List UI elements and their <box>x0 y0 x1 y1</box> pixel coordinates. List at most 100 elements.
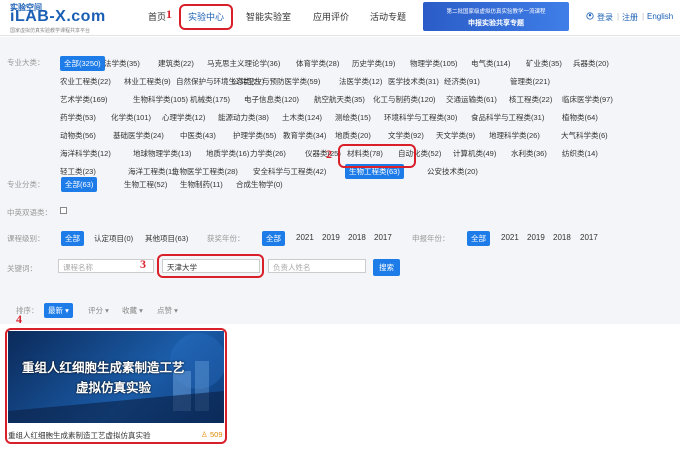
major-item[interactable]: 文学类(92) <box>388 130 424 141</box>
major-item[interactable]: 地质类(20) <box>335 130 371 141</box>
apply-year-all[interactable]: 全部 <box>467 231 490 246</box>
major-item[interactable]: 兵器类(20) <box>573 58 609 69</box>
major-item[interactable]: 机械类(175) <box>190 94 230 105</box>
sub-category-item[interactable]: 合成生物学(0) <box>236 179 283 190</box>
apply-year-option[interactable]: 2019 <box>527 233 545 242</box>
major-item[interactable]: 环境科学与工程类(30) <box>384 112 457 123</box>
major-item[interactable]: 体育学类(28) <box>296 58 339 69</box>
major-item[interactable]: 仪器类(25) <box>305 148 341 159</box>
major-item[interactable]: 核工程类(22) <box>509 94 552 105</box>
major-item[interactable]: 中医类(43) <box>180 130 216 141</box>
major-item[interactable]: 化工与制药类(120) <box>373 94 436 105</box>
nav-smart-lab[interactable]: 智能实验室 <box>246 10 291 23</box>
major-item[interactable]: 马克思主义理论学(36) <box>207 58 280 69</box>
major-item[interactable]: 海洋工程类(11) <box>128 166 178 177</box>
major-item[interactable]: 计算机类(49) <box>453 148 496 159</box>
major-item[interactable]: 地质学类(16) <box>206 148 249 159</box>
apply-year-option[interactable]: 2021 <box>501 233 519 242</box>
major-item[interactable]: 法医学类(12) <box>339 76 382 87</box>
sort-likes[interactable]: 点赞 ▾ <box>157 305 178 316</box>
apply-year-option[interactable]: 2018 <box>553 233 571 242</box>
login-link[interactable]: 登录 <box>597 12 613 23</box>
major-item[interactable]: 地理科学类(26) <box>489 130 540 141</box>
major-item[interactable]: 化学类(101) <box>111 112 151 123</box>
nav-app-evaluation[interactable]: 应用评价 <box>313 10 349 23</box>
major-item[interactable]: 建筑类(22) <box>158 58 194 69</box>
major-item[interactable]: 经济类(91) <box>444 76 480 87</box>
award-year-option[interactable]: 2017 <box>374 233 392 242</box>
level-option[interactable]: 其他项目(63) <box>145 233 188 244</box>
nav-home[interactable]: 首页 <box>148 10 166 23</box>
promo-line1: 第二批国家级虚拟仿真实验教学一流课程 <box>446 9 546 15</box>
major-item[interactable]: 生物科学类(105) <box>133 94 188 105</box>
header-divider: | <box>642 12 645 21</box>
major-item[interactable]: 交通运输类(61) <box>446 94 497 105</box>
major-item[interactable]: 农业工程类(22) <box>60 76 111 87</box>
major-item[interactable]: 能源动力类(38) <box>218 112 269 123</box>
major-item[interactable]: 食品科学与工程类(31) <box>471 112 544 123</box>
major-item[interactable]: 测绘类(15) <box>335 112 371 123</box>
major-item[interactable]: 历史学类(19) <box>352 58 395 69</box>
major-item[interactable]: 动物类(56) <box>60 130 96 141</box>
award-year-all[interactable]: 全部 <box>262 231 285 246</box>
major-item[interactable]: 力学类(26) <box>250 148 286 159</box>
bilingual-checkbox[interactable] <box>60 207 67 214</box>
annotation-box-3 <box>157 254 264 278</box>
person-name-input[interactable]: 负责人姓名 <box>268 259 366 273</box>
nav-activity-topics[interactable]: 活动专题 <box>370 10 406 23</box>
major-all[interactable]: 全部(3250) <box>60 56 105 71</box>
award-year-option[interactable]: 2021 <box>296 233 314 242</box>
major-item[interactable]: 安全科学与工程类(42) <box>253 166 326 177</box>
sort-bar: 排序： 最新 ▾ 评分 ▾ 收藏 ▾ 点赞 ▾ <box>0 297 680 323</box>
major-item[interactable]: 管理类(221) <box>510 76 550 87</box>
major-item[interactable]: 物理学类(105) <box>410 58 458 69</box>
search-button[interactable]: 搜索 <box>373 259 400 276</box>
sub-category-item[interactable]: 生物工程(52) <box>124 179 167 190</box>
level-all[interactable]: 全部 <box>61 231 84 246</box>
award-year-option[interactable]: 2019 <box>322 233 340 242</box>
major-item[interactable]: 天文学类(9) <box>436 130 475 141</box>
major-item[interactable]: 基础医学类(24) <box>113 130 164 141</box>
award-year-option[interactable]: 2018 <box>348 233 366 242</box>
annotation-number-3: 3 <box>140 257 146 271</box>
language-link[interactable]: English <box>647 12 673 21</box>
major-item[interactable]: 临床医学类(97) <box>562 94 613 105</box>
annotation-box-1 <box>179 4 233 30</box>
promo-banner[interactable]: 第二批国家级虚拟仿真实验教学一流课程 申报实验共享专题 <box>423 2 569 31</box>
major-item[interactable]: 林业工程类(9) <box>124 76 171 87</box>
sort-latest[interactable]: 最新 ▾ <box>44 303 73 318</box>
major-item[interactable]: 土木类(124) <box>282 112 322 123</box>
major-item[interactable]: 生物医学工程类(28) <box>172 166 238 177</box>
major-item[interactable]: 航空航天类(35) <box>314 94 365 105</box>
major-item[interactable]: 公安技术类(20) <box>427 166 478 177</box>
major-item[interactable]: 大气科学类(6) <box>561 130 608 141</box>
major-item[interactable]: 教育学类(34) <box>283 130 326 141</box>
major-item[interactable]: 心理学类(12) <box>162 112 205 123</box>
site-logo[interactable]: 实验空间 iLAB-X.com 国家虚拟仿真实验教学课程共享平台 <box>10 2 135 34</box>
sub-category-all[interactable]: 全部(63) <box>61 177 98 192</box>
sort-favorites[interactable]: 收藏 ▾ <box>122 305 143 316</box>
major-item[interactable]: 地球物理学类(13) <box>133 148 191 159</box>
sub-category-item[interactable]: 生物制药(11) <box>180 179 223 190</box>
major-item[interactable]: 护理学类(55) <box>233 130 276 141</box>
major-item[interactable]: 公共卫生与预防医学类(59) <box>232 76 320 87</box>
major-item[interactable]: 医学技术类(31) <box>388 76 439 87</box>
major-item[interactable]: 纺织类(14) <box>562 148 598 159</box>
major-item[interactable]: 海洋科学类(12) <box>60 148 111 159</box>
major-item[interactable]: 轻工类(23) <box>60 166 96 177</box>
major-item[interactable]: 电子信息类(120) <box>244 94 299 105</box>
major-item[interactable]: 药学类(53) <box>60 112 96 123</box>
level-option[interactable]: 认定项目(0) <box>94 233 133 244</box>
major-item[interactable]: 艺术学类(169) <box>60 94 108 105</box>
apply-year-option[interactable]: 2017 <box>580 233 598 242</box>
major-item[interactable]: 植物类(64) <box>562 112 598 123</box>
major-item[interactable]: 水利类(36) <box>511 148 547 159</box>
major-item[interactable]: 电气类(114) <box>471 58 510 69</box>
sort-rating[interactable]: 评分 ▾ <box>88 305 109 316</box>
sub-category-label: 专业分类： <box>7 180 45 189</box>
user-icon[interactable] <box>586 12 594 21</box>
register-link[interactable]: 注册 <box>622 12 638 23</box>
major-item[interactable]: 矿业类(35) <box>526 58 562 69</box>
major-item[interactable]: 法学类(35) <box>104 58 140 69</box>
course-level-label: 课程级别： <box>7 234 45 243</box>
